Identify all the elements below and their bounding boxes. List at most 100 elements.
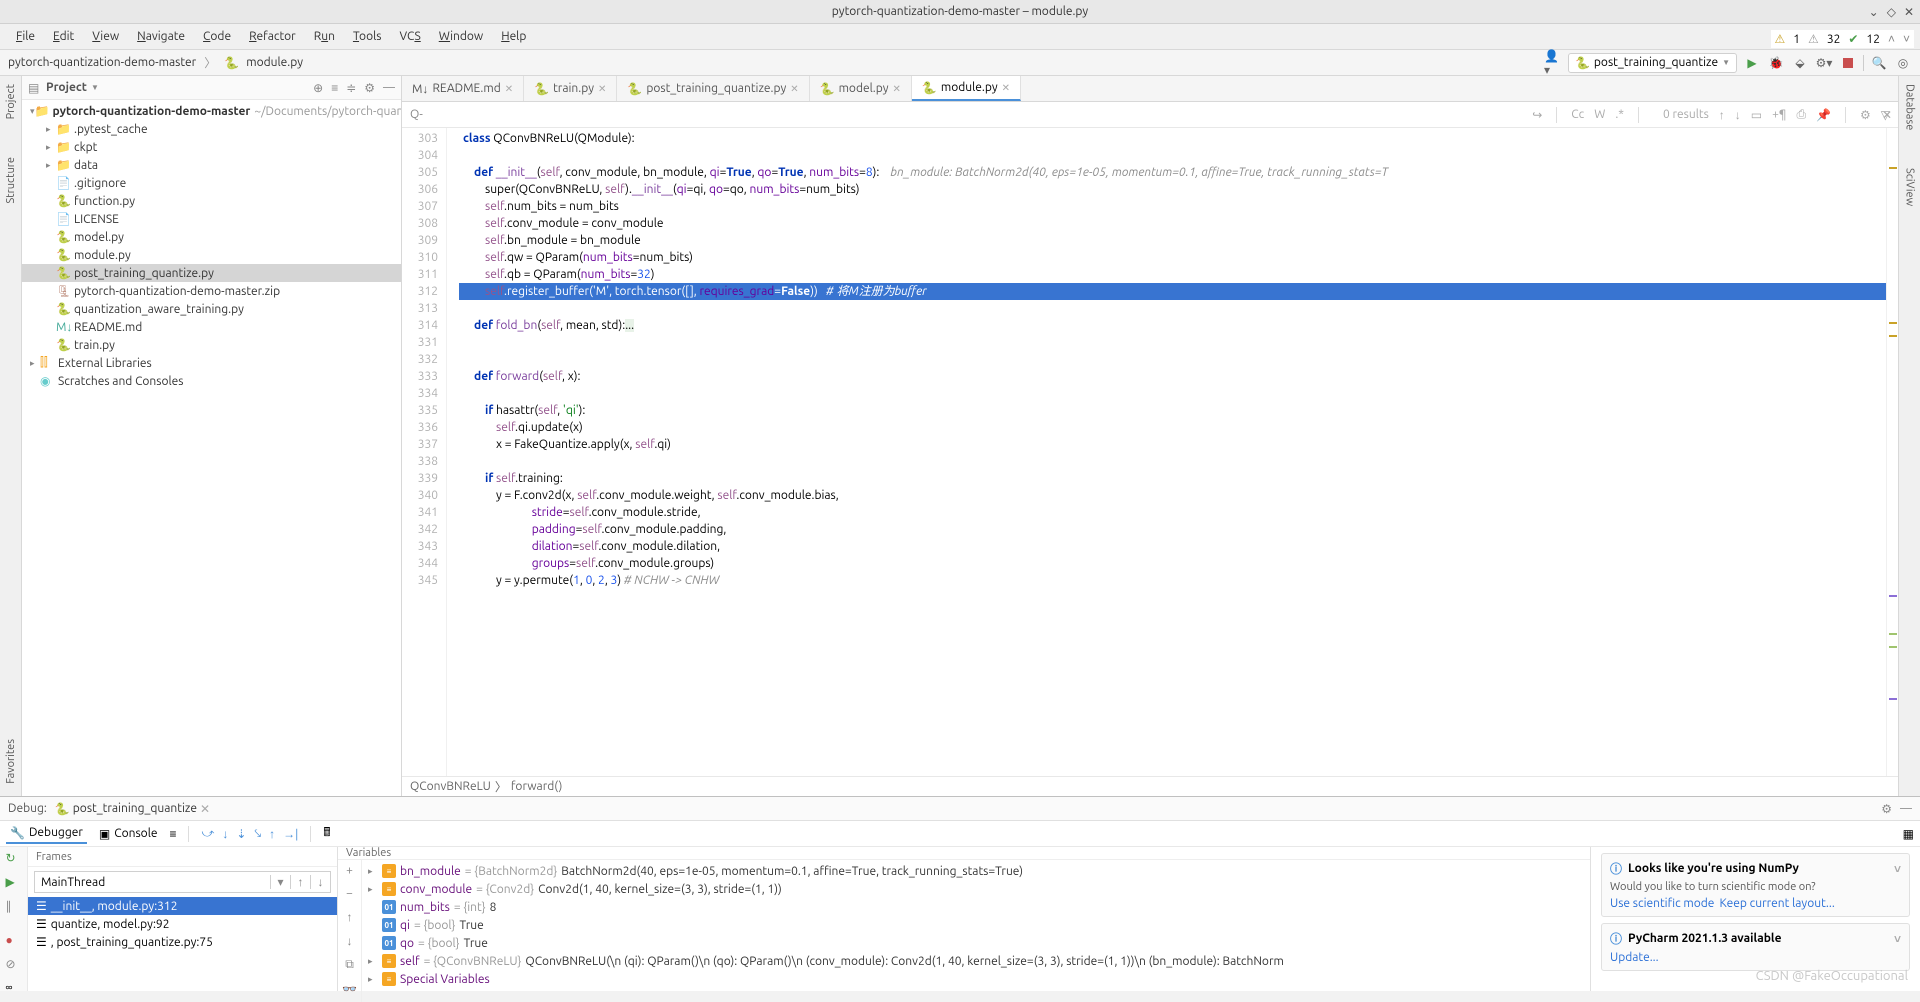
run-configuration-selector[interactable]: 🐍 post_training_quantize ▼ <box>1568 53 1737 73</box>
menu-navigate[interactable]: Navigate <box>129 28 193 45</box>
menu-edit[interactable]: Edit <box>45 28 82 45</box>
run-to-cursor-icon[interactable]: →| <box>283 827 298 841</box>
next-frame-icon[interactable]: ↓ <box>310 875 330 889</box>
tree-file[interactable]: 🐍model.py <box>22 228 401 246</box>
variable-row[interactable]: ▸≡ bn_module = {BatchNorm2d} BatchNorm2d… <box>362 862 1590 880</box>
coverage-button[interactable]: ⬙ <box>1791 54 1809 72</box>
close-tab-icon[interactable]: ✕ <box>200 802 210 816</box>
tree-folder[interactable]: ▸📁ckpt <box>22 138 401 156</box>
tree-folder[interactable]: ▸📁data <box>22 156 401 174</box>
prev-match-icon[interactable]: ↑ <box>1719 108 1725 122</box>
step-over-icon[interactable]: ⤻ <box>201 827 214 841</box>
chevron-up-icon[interactable]: ˄ <box>1888 32 1895 46</box>
variables-list[interactable]: ▸≡ bn_module = {BatchNorm2d} BatchNorm2d… <box>362 860 1590 1002</box>
menu-window[interactable]: Window <box>431 28 491 45</box>
tool-tab-sciview[interactable]: SciView <box>1902 164 1918 210</box>
notification-link[interactable]: Use scientific mode <box>1610 897 1714 910</box>
breadcrumb-class[interactable]: QConvBNReLU <box>410 780 491 793</box>
fold-gutter[interactable] <box>447 128 459 776</box>
variable-row[interactable]: ▸≡ self = {QConvBNReLU} QConvBNReLU(\n (… <box>362 952 1590 970</box>
debug-config-label[interactable]: 🐍 post_training_quantize ✕ <box>55 802 210 816</box>
regex-toggle[interactable]: .* <box>1615 108 1624 121</box>
words-toggle[interactable]: W <box>1594 108 1605 121</box>
tree-file[interactable]: 📄LICENSE <box>22 210 401 228</box>
code-editor[interactable]: 3033043053063073083093103113123133143313… <box>402 128 1898 776</box>
project-tree[interactable]: ▾📁pytorch-quantization-demo-master~/Docu… <box>22 100 401 796</box>
breadcrumb-file[interactable]: module.py <box>246 56 303 69</box>
close-tab-icon[interactable]: ✕ <box>505 83 513 95</box>
menu-help[interactable]: Help <box>493 28 534 45</box>
pin-icon[interactable]: 📌 <box>1816 108 1831 122</box>
stop-button[interactable] <box>1839 54 1857 72</box>
find-input[interactable] <box>410 108 690 121</box>
settings-icon[interactable]: ∞ <box>6 981 22 994</box>
step-into-my-icon[interactable]: ⇣ <box>236 827 246 841</box>
expand-icon[interactable]: ≡ <box>331 81 338 95</box>
close-tab-icon[interactable]: ✕ <box>1002 82 1010 94</box>
user-icon[interactable]: 👤▾ <box>1544 54 1562 72</box>
ide-settings-icon[interactable]: ◎ <box>1894 54 1912 72</box>
chevron-down-icon[interactable]: ˅ <box>1894 862 1901 876</box>
menu-run[interactable]: Run <box>306 28 343 45</box>
prev-frame-icon[interactable]: ↑ <box>290 875 310 889</box>
close-tab-icon[interactable]: ✕ <box>598 83 606 95</box>
console-tab[interactable]: ▣ Console <box>95 825 162 843</box>
stack-frame[interactable]: ☰__init__, module.py:312 <box>28 897 337 915</box>
code-content[interactable]: class QConvBNReLU(QModule): def __init__… <box>459 128 1886 776</box>
notification-link[interactable]: Keep current layout... <box>1719 897 1834 910</box>
tool-tab-favorites[interactable]: Favorites <box>3 735 19 788</box>
close-tab-icon[interactable]: ✕ <box>893 83 901 95</box>
history-icon[interactable]: ↪ <box>1532 108 1542 122</box>
tree-file[interactable]: 🐍module.py <box>22 246 401 264</box>
up-icon[interactable]: ↑ <box>347 910 353 924</box>
locate-icon[interactable]: ⊕ <box>313 81 323 95</box>
variable-row[interactable]: 01 qi = {bool} True <box>362 916 1590 934</box>
copy-icon[interactable]: ⧉ <box>345 958 354 972</box>
chevron-down-icon[interactable]: ˅ <box>1894 932 1901 946</box>
settings-icon[interactable]: ⚙ <box>1860 108 1871 122</box>
settings-icon[interactable]: ⚙ <box>364 81 375 95</box>
editor-tab[interactable]: M↓README.md✕ <box>402 76 524 101</box>
rerun-icon[interactable]: ↻ <box>6 851 22 865</box>
error-stripe[interactable] <box>1886 128 1898 776</box>
editor-tab[interactable]: 🐍model.py✕ <box>810 76 912 101</box>
run-button[interactable]: ▶ <box>1743 54 1761 72</box>
close-find-icon[interactable]: ✕ <box>1882 108 1892 122</box>
menu-vcs[interactable]: VCS <box>391 28 428 45</box>
external-libraries[interactable]: ▸⫿⫿External Libraries <box>22 354 401 372</box>
tool-tab-project[interactable]: Project <box>3 80 19 123</box>
layout-icon[interactable]: ▦ <box>1903 827 1914 841</box>
maximize-icon[interactable]: ◇ <box>1887 5 1896 19</box>
pause-icon[interactable]: ∥ <box>6 899 22 913</box>
menu-refactor[interactable]: Refactor <box>241 28 304 45</box>
menu-view[interactable]: View <box>84 28 127 45</box>
step-into-icon[interactable]: ↓ <box>222 827 228 841</box>
frame-list[interactable]: ☰__init__, module.py:312☰quantize, model… <box>28 897 337 991</box>
select-all-icon[interactable]: ▭ <box>1751 108 1762 122</box>
variable-row[interactable]: 01 num_bits = {int} 8 <box>362 898 1590 916</box>
tree-file[interactable]: 🐍quantization_aware_training.py <box>22 300 401 318</box>
tree-file[interactable]: M↓README.md <box>22 318 401 336</box>
editor-tab[interactable]: 🐍post_training_quantize.py✕ <box>617 76 809 101</box>
scratches-and-consoles[interactable]: ◉Scratches and Consoles <box>22 372 401 390</box>
project-root[interactable]: ▾📁pytorch-quantization-demo-master~/Docu… <box>22 102 401 120</box>
watches-icon[interactable]: 👓 <box>342 982 357 996</box>
add-watch-icon[interactable]: + <box>346 864 353 877</box>
down-icon[interactable]: ↓ <box>347 934 353 948</box>
filter-icon[interactable]: ⎙ <box>1796 108 1806 122</box>
debug-button[interactable]: 🐞 <box>1767 54 1785 72</box>
chevron-down-icon[interactable]: ˅ <box>1903 32 1910 46</box>
tree-file[interactable]: 📄.gitignore <box>22 174 401 192</box>
debugger-tab[interactable]: 🔧 Debugger <box>6 824 87 844</box>
menu-file[interactable]: File <box>8 28 43 45</box>
close-tab-icon[interactable]: ✕ <box>790 83 798 95</box>
variable-row[interactable]: 01 qo = {bool} True <box>362 934 1590 952</box>
editor-tab[interactable]: 🐍train.py✕ <box>524 76 617 101</box>
view-breakpoints-icon[interactable]: ● <box>6 933 22 947</box>
dropdown-icon[interactable]: ▼ <box>91 83 99 92</box>
threads-icon[interactable]: ≡ <box>169 827 176 841</box>
next-match-icon[interactable]: ↓ <box>1735 108 1741 122</box>
tool-tab-database[interactable]: Database <box>1902 80 1918 134</box>
dropdown-icon[interactable]: ▾ <box>270 875 290 889</box>
menu-code[interactable]: Code <box>195 28 239 45</box>
